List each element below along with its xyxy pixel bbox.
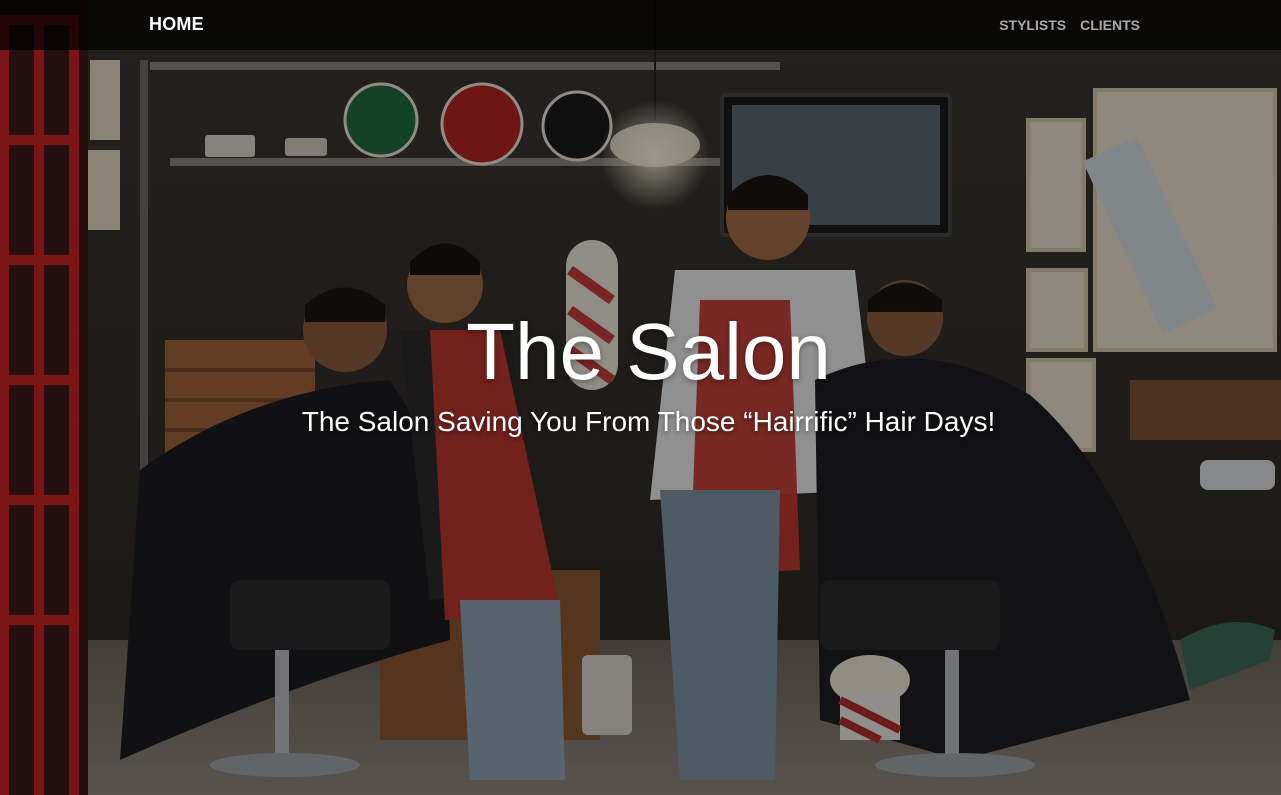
nav-links: STYLISTS CLIENTS [999, 17, 1140, 33]
nav-link-clients[interactable]: CLIENTS [1080, 17, 1140, 33]
nav-link-stylists[interactable]: STYLISTS [999, 17, 1066, 33]
hero-subtitle: The Salon Saving You From Those “Hairrif… [301, 406, 996, 437]
navbar: HOME STYLISTS CLIENTS [0, 0, 1281, 50]
nav-home-link[interactable]: HOME [149, 14, 204, 35]
hero-title: The Salon [466, 307, 831, 396]
